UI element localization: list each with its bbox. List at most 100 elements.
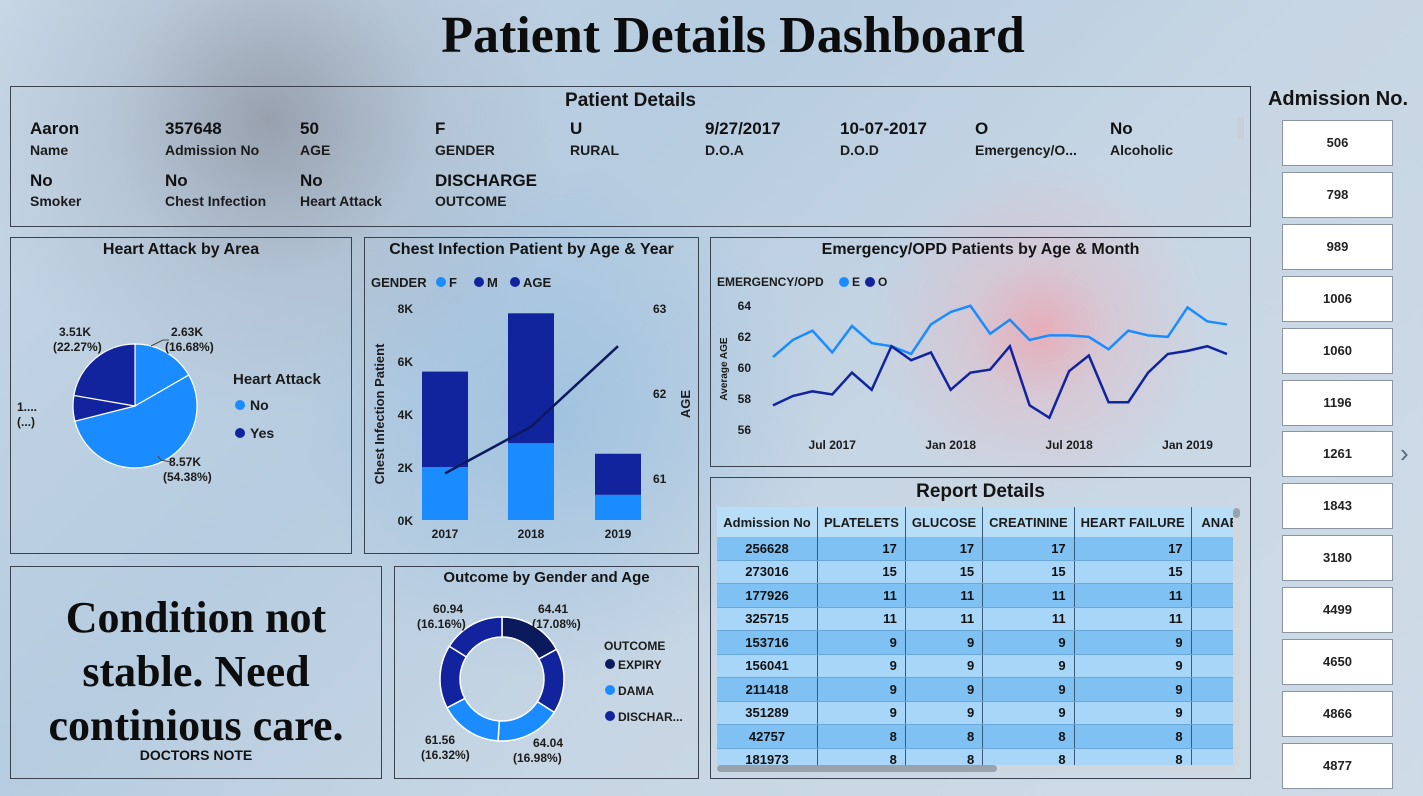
chest-infection-chart[interactable]: GENDER F M AGE8K6K4K2K0K636261Chest Infecti… — [365, 238, 698, 551]
table-cell: 8 — [982, 724, 1075, 749]
column-header[interactable]: GLUCOSE — [905, 507, 984, 537]
legend-title: EMERGENCY/OPD — [717, 275, 824, 289]
legend-marker — [605, 685, 615, 695]
scrollbar-thumb[interactable] — [1233, 508, 1240, 518]
note-line: stable. Need — [82, 647, 310, 696]
tick-label: 2K — [398, 461, 414, 475]
table-row[interactable]: 351289 9 9 9 9 — [717, 701, 1235, 725]
tick-label: 4K — [398, 408, 414, 422]
table-row[interactable]: 153716 9 9 9 9 — [717, 630, 1235, 655]
column-header[interactable]: PLATELETS — [817, 507, 906, 537]
legend-item: AGE — [523, 275, 552, 290]
page-title: Patient Details Dashboard — [441, 7, 1025, 64]
patient-field-label: Chest Infection — [165, 193, 267, 209]
column-header[interactable]: HEART FAILURE — [1074, 507, 1192, 537]
table-row[interactable]: 177926 11 11 11 11 — [717, 583, 1235, 608]
table-row[interactable]: 211418 9 9 9 9 — [717, 677, 1235, 702]
data-label: 2.63K — [171, 325, 203, 339]
column-header[interactable]: Admission No — [717, 507, 818, 537]
tick-label: Jan 2019 — [1162, 438, 1213, 452]
chevron-right-icon[interactable]: › — [1400, 438, 1409, 469]
legend-marker — [605, 711, 615, 721]
table-cell: 11 — [905, 607, 984, 631]
data-label: (17.08%) — [532, 617, 581, 631]
table-cell: 9 — [982, 630, 1075, 655]
admission-slicer-item[interactable]: 3180 — [1282, 535, 1393, 582]
table-row[interactable]: 42757 8 8 8 8 — [717, 724, 1235, 749]
column-header[interactable]: ANAEMIA — [1191, 507, 1235, 537]
axis-label: AGE — [678, 390, 693, 419]
heart-attack-panel: Heart Attack by Area 3.51K (22.27%) 2.63K(… — [10, 237, 352, 554]
table-cell — [1191, 654, 1235, 678]
table-cell — [1191, 748, 1235, 765]
tick-label: 62 — [653, 387, 667, 401]
column-header[interactable]: CREATININE — [982, 507, 1075, 537]
panel-scrollbar[interactable] — [1237, 117, 1244, 139]
table-cell: 11 — [817, 607, 906, 631]
bar-segment-m — [595, 453, 641, 495]
patient-field-label: GENDER — [435, 142, 495, 158]
admission-slicer-item[interactable]: 1261 — [1282, 431, 1393, 478]
table-cell: 9 — [905, 677, 984, 702]
patient-field-value: No — [300, 171, 323, 190]
admission-slicer-item[interactable]: 4877 — [1282, 742, 1393, 789]
admission-slicer-item[interactable]: 798 — [1282, 171, 1393, 218]
admission-slicer-item[interactable]: 1060 — [1282, 327, 1393, 374]
table-row[interactable]: 256628 17 17 17 17 — [717, 537, 1235, 561]
table-cell: 17 — [817, 537, 906, 561]
series-line — [772, 343, 1228, 420]
table-header-row: Admission No PLATELETS GLUCOSE CREATININE HE… — [717, 507, 1235, 537]
patient-field-label: Alcoholic — [1110, 142, 1174, 158]
table-row[interactable]: 156041 9 9 9 9 — [717, 654, 1235, 678]
patient-field-value: 9/27/2017 — [705, 119, 781, 138]
legend-item: O — [878, 275, 887, 289]
admission-slicer-item[interactable]: 1843 — [1282, 483, 1393, 530]
chest-infection-panel: Chest Infection Patient by Age & Year GE… — [364, 237, 699, 554]
admission-slicer-item[interactable]: 4650 — [1282, 639, 1393, 685]
table-cell: 17 — [982, 537, 1075, 561]
table-cell: 9 — [905, 630, 984, 655]
tick-label: 64 — [738, 299, 752, 313]
admission-slicer-item[interactable]: 1196 — [1282, 379, 1393, 426]
donut-slice — [536, 648, 565, 714]
table-cell: 15 — [982, 560, 1075, 584]
table-cell: 273016 — [717, 560, 818, 584]
admission-slicer-item[interactable]: 4499 — [1282, 587, 1393, 634]
admission-slicer-item[interactable]: 4866 — [1282, 690, 1393, 737]
bar-segment-f — [422, 467, 468, 520]
data-label: 61.56 — [425, 733, 455, 747]
admission-slicer-title: Admission No. — [1267, 88, 1408, 110]
emergency-line-chart[interactable]: EMERGENCY/OPD E O 64 62 60 58 56 Average AGE Jul … — [711, 238, 1250, 464]
admission-slicer-item[interactable]: 1006 — [1282, 275, 1393, 322]
patient-field-label: D.O.D — [840, 142, 879, 158]
heart-attack-pie-chart[interactable]: 3.51K(22.27%) 2.63K(16.68%) 1....(...) 8.57… — [11, 238, 351, 548]
data-label: (16.98%) — [513, 751, 562, 765]
table-cell: 17 — [905, 537, 984, 561]
table-cell: 8 — [905, 748, 984, 765]
table-cell: 9 — [982, 701, 1075, 725]
table-row[interactable]: 273016 15 15 15 15 — [717, 560, 1235, 584]
scrollbar-thumb[interactable] — [717, 765, 997, 772]
report-table: Admission No PLATELETS GLUCOSE CREATININE HE… — [717, 507, 1235, 765]
admission-slicer-item[interactable]: 989 — [1282, 223, 1393, 270]
vertical-scrollbar[interactable] — [1233, 508, 1240, 766]
table-cell: 8 — [817, 748, 906, 765]
table-row[interactable]: 325715 11 11 11 11 — [717, 607, 1235, 631]
patient-field-value: DISCHARGE — [435, 171, 538, 190]
tick-label: Jul 2018 — [1045, 438, 1093, 452]
horizontal-scrollbar[interactable] — [717, 765, 1235, 772]
legend-marker — [436, 277, 446, 287]
table-cell: 9 — [817, 630, 906, 655]
series-line — [772, 304, 1228, 359]
table-row[interactable]: 181973 8 8 8 8 — [717, 748, 1235, 765]
outcome-donut-chart[interactable]: 60.94(16.16%) 64.41(17.08%) 61.56(16.32%) 6… — [395, 567, 698, 776]
data-label: (22.27%) — [53, 340, 102, 354]
bar-segment-m — [508, 313, 554, 444]
patient-field-value: 50 — [300, 119, 319, 138]
data-label: 64.04 — [533, 736, 563, 750]
data-label: (54.38%) — [163, 470, 212, 484]
legend-item: DISCHAR... — [618, 710, 683, 724]
admission-slicer-item[interactable]: 506 — [1282, 120, 1393, 166]
tick-label: 63 — [653, 302, 667, 316]
note-line: Condition not — [65, 593, 327, 642]
